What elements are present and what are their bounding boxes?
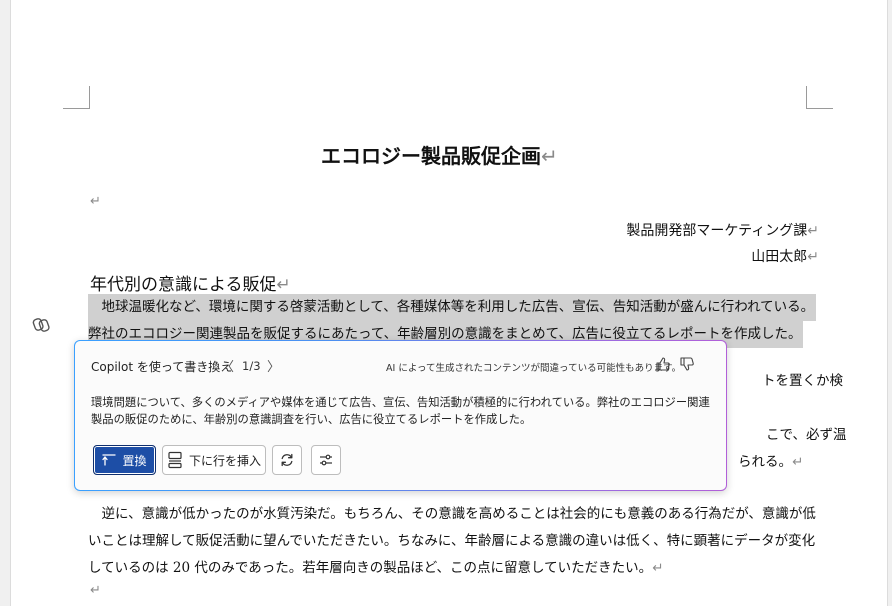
crop-mark-top-right	[806, 86, 833, 109]
copilot-rewrite-card: Copilot を使って書き換え 〈 1/3 〉 AI によって生成されたコンテ…	[74, 340, 727, 491]
partial-text-line-1: トを置くか検	[762, 373, 843, 389]
section-heading[interactable]: 年代別の意識による販促↵	[90, 270, 291, 295]
document-page: エコロジー製品販促企画↵ ↵ 製品開発部マーケティング課↵ 山田太郎↵ 年代別の…	[10, 0, 888, 606]
empty-paragraph-mark: ↵	[90, 194, 101, 209]
body-line-2[interactable]: いことは理解して販促活動に望んでいただきたい。ちなみに、年齢層による意識の違いは…	[88, 529, 815, 549]
thumbs-down-icon[interactable]	[679, 356, 695, 372]
copilot-icon[interactable]	[32, 316, 50, 334]
paragraph-mark: ↵	[541, 144, 558, 168]
partial-text-line-2: こで、必ず温	[766, 427, 847, 443]
ai-disclaimer: AI によって生成されたコンテンツが間違っている可能性もあります。	[386, 363, 682, 374]
adjust-button[interactable]	[311, 445, 341, 475]
next-suggestion-button[interactable]: 〉	[267, 356, 280, 375]
suggested-rewrite-text: 環境問題について、多くのメディアや媒体を通じて広告、宣伝、告知活動が積極的に行わ…	[91, 396, 710, 426]
insert-below-button[interactable]: 下に行を挿入	[162, 445, 266, 475]
selected-line-1: 地球温暖化など、環境に関する啓蒙活動として、各種媒体等を利用した広告、宣伝、告知…	[88, 294, 817, 321]
partial-text-line-3: られる。↵	[738, 454, 804, 470]
body-line-1[interactable]: 逆に、意識が低かったのが水質汚染だ。もちろん、その意識を高めることは社会的にも意…	[88, 502, 815, 522]
replace-arrow-icon	[102, 454, 117, 466]
thumbs-up-icon[interactable]	[655, 356, 671, 372]
empty-paragraph-mark: ↵	[90, 583, 101, 598]
copilot-card-title: Copilot を使って書き換え	[91, 360, 233, 374]
document-title[interactable]: エコロジー製品販促企画↵	[321, 140, 558, 169]
insert-below-button-label: 下に行を挿入	[188, 453, 261, 468]
regenerate-icon	[281, 453, 293, 467]
replace-button-label: 置換	[122, 453, 147, 468]
suggestion-counter: 1/3	[242, 359, 261, 373]
crop-mark-top-left	[63, 86, 90, 109]
department-line[interactable]: 製品開発部マーケティング課↵	[626, 220, 819, 240]
previous-suggestion-button[interactable]: 〈	[221, 356, 234, 375]
insert-below-icon	[168, 451, 182, 469]
replace-button[interactable]: 置換	[93, 445, 156, 475]
regenerate-button[interactable]	[272, 445, 302, 475]
body-line-3[interactable]: しているのは 20 代のみであった。若年層向きの製品ほど、この点に留意していただ…	[88, 556, 663, 576]
author-line[interactable]: 山田太郎↵	[751, 246, 819, 266]
adjust-sliders-icon	[320, 454, 332, 466]
